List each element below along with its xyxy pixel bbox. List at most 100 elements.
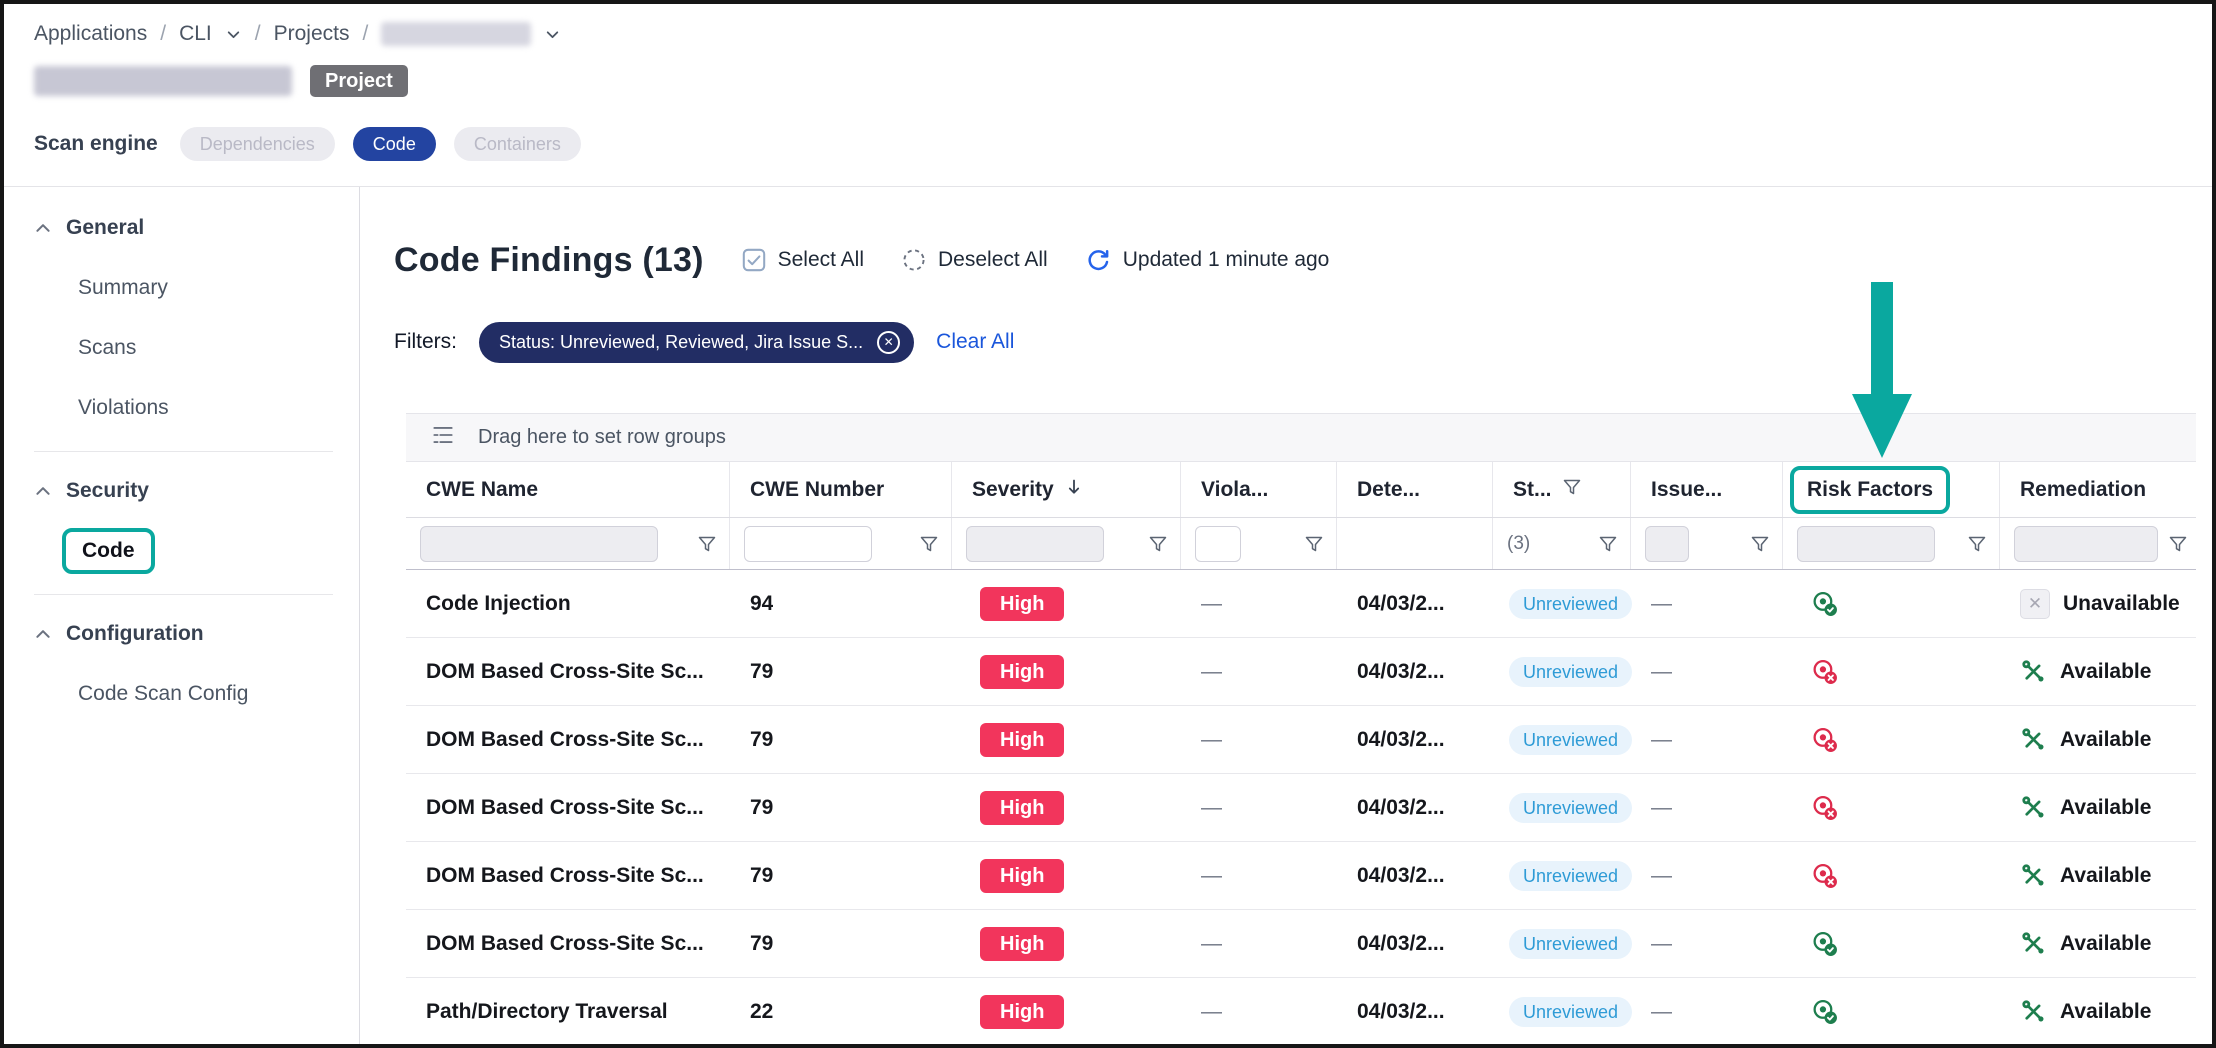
- sidebar-item-code[interactable]: Code: [78, 534, 359, 568]
- sidebar-item-summary[interactable]: Summary: [78, 271, 359, 305]
- section-label: General: [66, 216, 144, 240]
- table-row[interactable]: Code Injection 94 High — 04/03/2... Unre…: [406, 570, 2196, 638]
- column-header-cwe-number[interactable]: CWE Number: [730, 462, 952, 517]
- severity-badge: High: [980, 655, 1064, 689]
- sidebar-item-scans[interactable]: Scans: [78, 331, 359, 365]
- cwe-number: 22: [750, 1000, 773, 1024]
- project-type-badge: Project: [310, 65, 408, 97]
- table-row[interactable]: DOM Based Cross-Site Sc... 79 High — 04/…: [406, 910, 2196, 978]
- table-filter-row: (3): [406, 518, 2196, 570]
- filter-funnel-icon[interactable]: [1304, 534, 1324, 554]
- detected-date: 04/03/2...: [1357, 592, 1445, 616]
- cwe-name: Code Injection: [426, 592, 571, 616]
- violations-cell: —: [1181, 910, 1337, 977]
- column-header-violations[interactable]: Viola...: [1181, 462, 1337, 517]
- cwe-name: Path/Directory Traversal: [426, 1000, 668, 1024]
- remediation-label: Unavailable: [2063, 592, 2180, 616]
- column-header-cwe-name[interactable]: CWE Name: [406, 462, 730, 517]
- issue-cell: —: [1631, 706, 1783, 773]
- risk-factor-icon[interactable]: [1811, 998, 1838, 1025]
- filter-funnel-icon[interactable]: [1598, 534, 1618, 554]
- redacted-project-crumb: [381, 22, 531, 46]
- refresh-status[interactable]: Updated 1 minute ago: [1086, 248, 1330, 273]
- filter-input-remediation[interactable]: [2014, 526, 2158, 562]
- risk-factor-icon[interactable]: [1811, 862, 1838, 889]
- sidebar-item-code-scan-config[interactable]: Code Scan Config: [78, 677, 359, 711]
- column-header-severity[interactable]: Severity: [952, 462, 1181, 517]
- checkbox-icon: [742, 248, 766, 272]
- page-title: Code Findings (13): [394, 241, 704, 280]
- page-header: Applications / CLI / Projects / Project …: [4, 4, 2212, 187]
- annotation-highlight-code: Code: [62, 528, 155, 574]
- table-row[interactable]: DOM Based Cross-Site Sc... 79 High — 04/…: [406, 774, 2196, 842]
- filter-funnel-icon[interactable]: [1750, 534, 1770, 554]
- column-header-risk-factors[interactable]: Risk Factors: [1783, 462, 2000, 517]
- breadcrumb-projects[interactable]: Projects: [274, 22, 350, 46]
- filter-funnel-icon[interactable]: [1148, 534, 1168, 554]
- detected-date: 04/03/2...: [1357, 1000, 1445, 1024]
- table-row[interactable]: Path/Directory Traversal 22 High — 04/03…: [406, 978, 2196, 1046]
- chevron-up-icon: [34, 482, 52, 500]
- scan-engine-code[interactable]: Code: [353, 127, 436, 161]
- scan-engine-row: Scan engine Dependencies Code Containers: [34, 124, 2212, 164]
- breadcrumb-separator: /: [362, 22, 368, 46]
- filter-input-cwe-number[interactable]: [744, 526, 872, 562]
- issue-cell: —: [1631, 638, 1783, 705]
- status-badge: Unreviewed: [1509, 997, 1632, 1027]
- table-row[interactable]: DOM Based Cross-Site Sc... 79 High — 04/…: [406, 706, 2196, 774]
- risk-factor-icon[interactable]: [1811, 794, 1838, 821]
- filter-input-severity[interactable]: [966, 526, 1104, 562]
- scan-engine-containers[interactable]: Containers: [454, 127, 581, 161]
- filter-funnel-icon[interactable]: [2168, 534, 2188, 554]
- refresh-icon[interactable]: [1086, 248, 1111, 273]
- deselect-all-button[interactable]: Deselect All: [902, 248, 1048, 272]
- violations-cell: —: [1181, 570, 1337, 637]
- filter-funnel-icon[interactable]: [1562, 477, 1582, 503]
- detected-date: 04/03/2...: [1357, 660, 1445, 684]
- clear-all-filters-link[interactable]: Clear All: [936, 330, 1014, 354]
- chevron-down-icon[interactable]: [225, 26, 242, 43]
- risk-factor-icon[interactable]: [1811, 930, 1838, 957]
- table-row[interactable]: DOM Based Cross-Site Sc... 79 High — 04/…: [406, 638, 2196, 706]
- scan-engine-dependencies[interactable]: Dependencies: [180, 127, 335, 161]
- remediation-label: Available: [2060, 932, 2151, 956]
- table-row[interactable]: DOM Based Cross-Site Sc... 79 High — 04/…: [406, 842, 2196, 910]
- status-badge: Unreviewed: [1509, 725, 1632, 755]
- risk-factor-icon[interactable]: [1811, 658, 1838, 685]
- column-header-remediation[interactable]: Remediation: [2000, 462, 2200, 517]
- detected-date: 04/03/2...: [1357, 796, 1445, 820]
- row-group-dropzone[interactable]: Drag here to set row groups: [406, 414, 2196, 462]
- filter-input-issue[interactable]: [1645, 526, 1689, 562]
- select-all-button[interactable]: Select All: [742, 248, 864, 272]
- filter-input-violations[interactable]: [1195, 526, 1241, 562]
- filter-input-risk-factors[interactable]: [1797, 526, 1935, 562]
- filter-input-cwe-name[interactable]: [420, 526, 658, 562]
- remediation-tools-icon: [2020, 998, 2047, 1025]
- sidebar-section-general[interactable]: General: [34, 211, 359, 245]
- sidebar-section-configuration[interactable]: Configuration: [34, 617, 359, 651]
- filter-funnel-icon[interactable]: [919, 534, 939, 554]
- filter-funnel-icon[interactable]: [697, 534, 717, 554]
- updated-timestamp: Updated 1 minute ago: [1123, 248, 1330, 272]
- sidebar-item-violations[interactable]: Violations: [78, 391, 359, 425]
- remove-filter-icon[interactable]: ✕: [877, 331, 900, 354]
- column-header-detected[interactable]: Dete...: [1337, 462, 1493, 517]
- risk-factor-icon[interactable]: [1811, 590, 1838, 617]
- breadcrumb-cli[interactable]: CLI: [179, 22, 212, 46]
- sidebar-section-security[interactable]: Security: [34, 474, 359, 508]
- chevron-down-icon[interactable]: [544, 26, 561, 43]
- filter-chip-status[interactable]: Status: Unreviewed, Reviewed, Jira Issue…: [479, 322, 914, 363]
- risk-factor-icon[interactable]: [1811, 726, 1838, 753]
- remediation-tools-icon: [2020, 930, 2047, 957]
- remediation-label: Available: [2060, 660, 2151, 684]
- violations-cell: —: [1181, 638, 1337, 705]
- column-header-status[interactable]: St...: [1493, 462, 1631, 517]
- remediation-tools-icon: [2020, 726, 2047, 753]
- cwe-name: DOM Based Cross-Site Sc...: [426, 796, 704, 820]
- breadcrumb-applications[interactable]: Applications: [34, 22, 147, 46]
- violations-cell: —: [1181, 842, 1337, 909]
- filter-funnel-icon[interactable]: [1967, 534, 1987, 554]
- column-header-issue[interactable]: Issue...: [1631, 462, 1783, 517]
- severity-badge: High: [980, 927, 1064, 961]
- severity-badge: High: [980, 995, 1064, 1029]
